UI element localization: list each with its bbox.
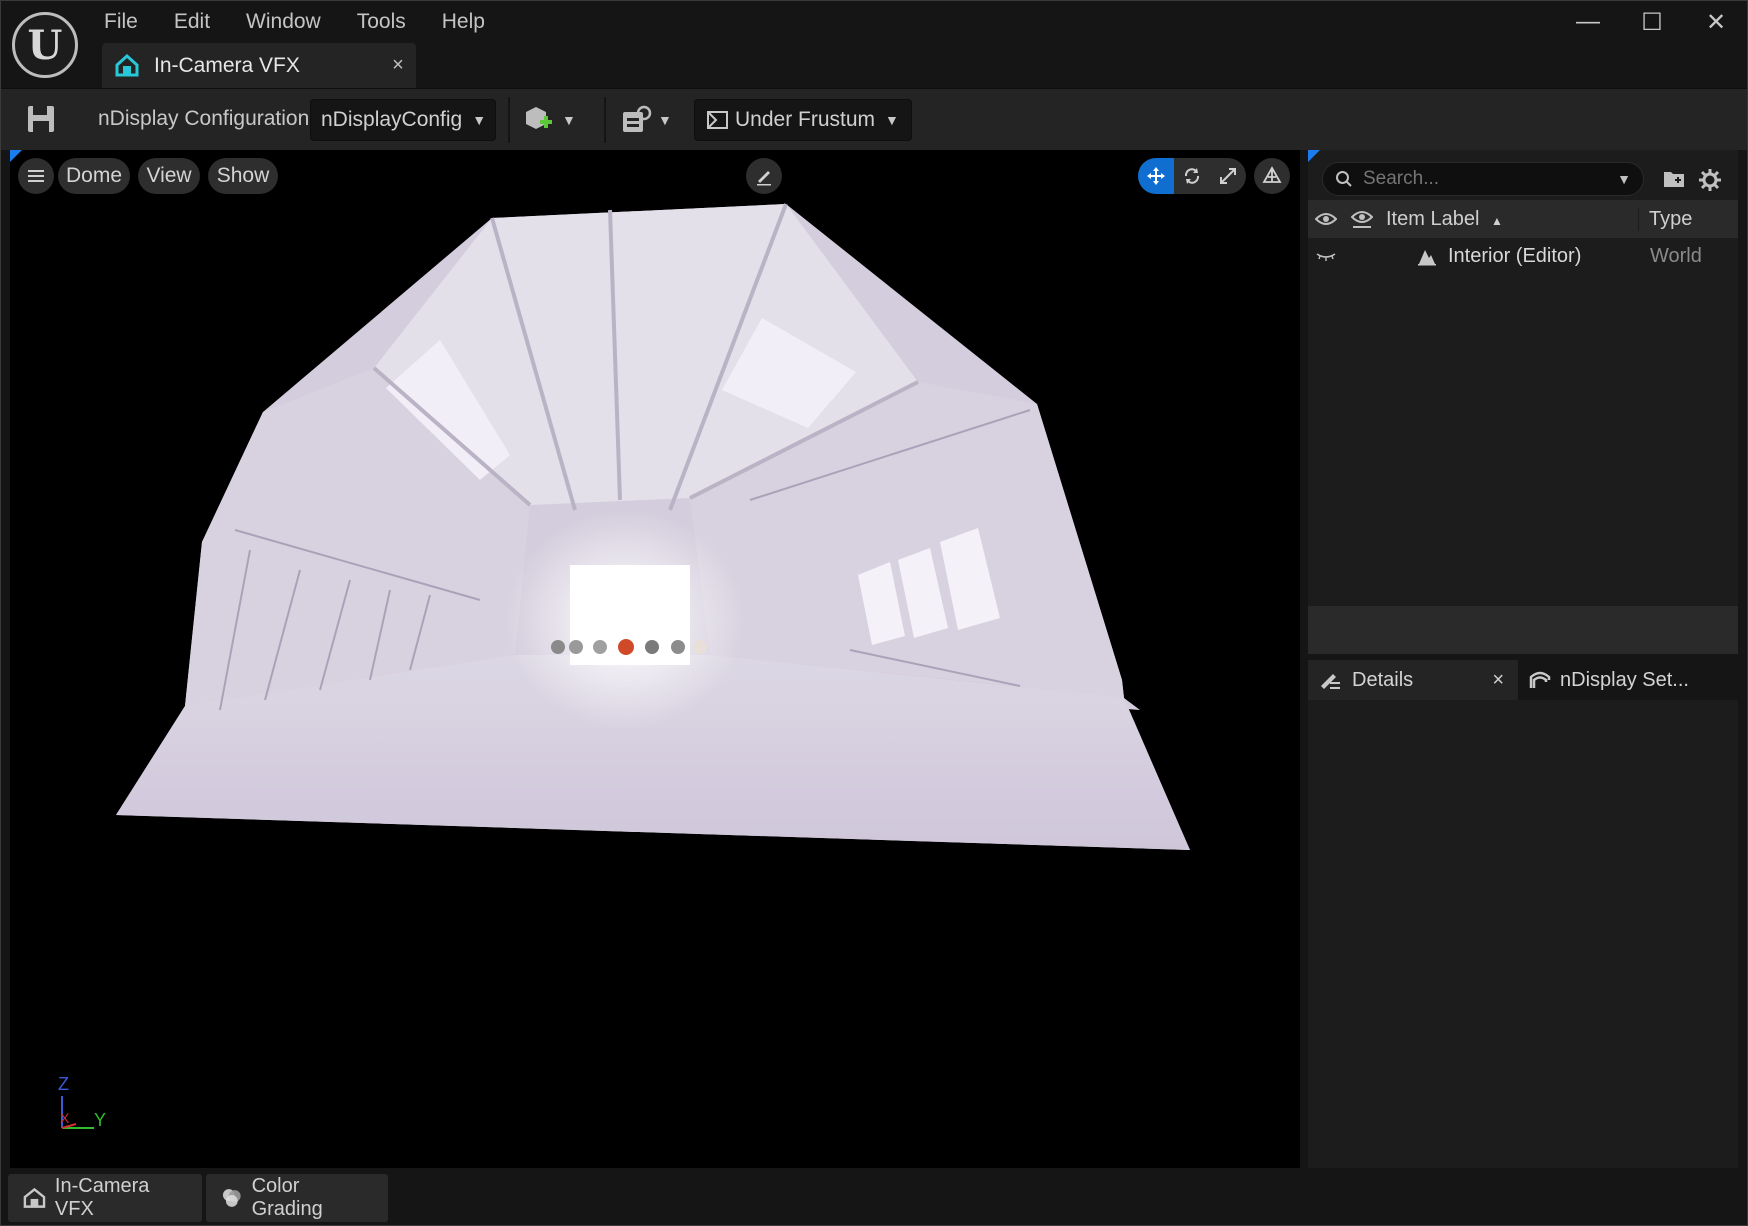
sort-ascending-icon: ▲ [1490, 213, 1503, 228]
hamburger-icon [28, 170, 44, 182]
pencil-icon [757, 171, 771, 186]
config-dropdown-value: nDisplayConfig [321, 108, 463, 131]
add-actor-button[interactable]: ▼ [522, 101, 576, 139]
translate-button[interactable] [1138, 158, 1174, 194]
toolbar: nDisplay Configuration nDisplayConfig ▼ … [0, 88, 1748, 150]
column-type[interactable]: Type [1638, 207, 1738, 231]
document-tab-close-button[interactable]: × [380, 54, 416, 77]
tab-details-label: Details [1352, 668, 1414, 691]
search-icon [1336, 171, 1352, 187]
viewport-show-menu[interactable]: Show [208, 158, 278, 194]
details-pencil-icon [1321, 674, 1340, 689]
details-panel: Details × nDisplay Set... [1308, 660, 1738, 1168]
column-item-label[interactable]: Item Label ▲ [1380, 208, 1638, 231]
title-bar: U File Edit Window Tools Help — ☐ ✕ In-C… [0, 0, 1748, 88]
outliner-footer [1308, 606, 1738, 654]
document-tab-label: In-Camera VFX [154, 53, 300, 77]
frustum-dropdown[interactable]: Under Frustum ▼ [694, 99, 912, 141]
eye-icon [1315, 213, 1337, 225]
tab-color-grading[interactable]: Color Grading [206, 1174, 388, 1222]
toolbar-separator [604, 97, 606, 143]
viewport-options-button[interactable] [18, 158, 54, 194]
viewport-view-menu[interactable]: View [138, 158, 200, 194]
gear-icon[interactable] [1698, 168, 1722, 192]
tab-ndisplay-settings-label: nDisplay Set... [1560, 668, 1689, 691]
chevron-down-icon[interactable]: ▼ [1617, 171, 1631, 187]
color-grading-icon [222, 1189, 241, 1207]
maximize-button[interactable]: ☐ [1620, 0, 1684, 44]
unreal-logo-icon[interactable]: U [12, 12, 78, 78]
menu-tools[interactable]: Tools [357, 8, 424, 34]
details-tab-bar: Details × nDisplay Set... [1308, 660, 1738, 700]
row-item-label: Interior (Editor) [1448, 244, 1582, 267]
axis-x-label: X [60, 1110, 70, 1126]
window-controls: — ☐ ✕ [1556, 0, 1748, 44]
save-icon[interactable] [26, 103, 56, 135]
viewport-active-marker [10, 150, 22, 162]
tab-in-camera-vfx[interactable]: In-Camera VFX [8, 1174, 202, 1222]
scene-render[interactable] [10, 150, 1300, 1168]
minimize-button[interactable]: — [1556, 0, 1620, 44]
tab-in-camera-vfx-label: In-Camera VFX [54, 1175, 150, 1220]
axis-z-label: Z [58, 1074, 69, 1094]
config-dropdown[interactable]: nDisplayConfig ▼ [310, 99, 496, 141]
tab-details[interactable]: Details × [1308, 660, 1518, 700]
eye-closed-icon [1316, 253, 1336, 261]
add-actor-icon [526, 107, 552, 129]
draw-mode-button[interactable] [746, 158, 782, 194]
ndisplay-icon [1529, 671, 1551, 688]
outliner-search[interactable]: ▼ [1322, 162, 1644, 196]
rotate-icon [1184, 168, 1200, 184]
menu-edit[interactable]: Edit [174, 8, 228, 34]
visibility-column-icon[interactable] [1308, 212, 1344, 226]
blueprint-button[interactable]: ▼ [620, 101, 672, 139]
column-item-label-text: Item Label [1386, 207, 1480, 230]
frustum-icon [707, 111, 728, 129]
chevron-down-icon: ▼ [472, 112, 487, 128]
hidden-eye-icon[interactable] [1308, 251, 1344, 261]
outliner-header: Item Label ▲ Type [1308, 200, 1738, 238]
rotate-button[interactable] [1174, 158, 1210, 194]
frustum-icon [1262, 166, 1282, 183]
add-folder-icon[interactable] [1662, 168, 1686, 190]
scale-icon [1220, 168, 1236, 184]
table-row[interactable]: Interior (Editor) World [1308, 238, 1738, 274]
menu-help[interactable]: Help [442, 8, 503, 34]
search-input[interactable] [1363, 168, 1618, 190]
level-viewport[interactable]: Dome View Show Z X Y [10, 150, 1300, 1168]
close-window-button[interactable]: ✕ [1684, 0, 1748, 44]
pin-column-icon[interactable] [1344, 209, 1380, 229]
bottom-tab-bar: In-Camera VFX Color Grading [0, 1168, 1748, 1226]
icvfx-icon [23, 1187, 46, 1208]
axis-y-label: Y [94, 1110, 107, 1130]
menu-file[interactable]: File [104, 8, 156, 34]
chevron-down-icon: ▼ [885, 112, 899, 128]
viewport-dome-menu[interactable]: Dome [58, 158, 130, 194]
scale-button[interactable] [1210, 158, 1246, 194]
transform-mode-group [1138, 158, 1246, 194]
chevron-down-icon: ▼ [562, 112, 576, 128]
config-label: nDisplay Configuration [98, 107, 310, 130]
outliner-active-marker [1308, 150, 1320, 162]
tab-ndisplay-settings[interactable]: nDisplay Set... [1518, 660, 1728, 700]
outliner-panel: ▼ Item Label ▲ Type [1308, 150, 1738, 654]
frustum-dropdown-value: Under Frustum [735, 108, 876, 131]
blueprint-icon [623, 105, 652, 132]
row-item-type: World [1650, 244, 1702, 267]
camera-frustum-button[interactable] [1254, 158, 1290, 194]
tab-details-close-button[interactable]: × [1492, 669, 1504, 692]
icvfx-icon [115, 53, 139, 76]
document-tab[interactable]: In-Camera VFX × [102, 43, 416, 88]
menu-window[interactable]: Window [246, 8, 339, 34]
tab-color-grading-label: Color Grading [251, 1175, 323, 1220]
toolbar-separator [508, 97, 510, 143]
world-icon [1418, 250, 1436, 266]
move-icon [1147, 167, 1165, 185]
eye-lock-icon [1351, 211, 1373, 228]
chevron-down-icon: ▼ [658, 112, 672, 128]
menu-bar: File Edit Window Tools Help [104, 8, 521, 34]
